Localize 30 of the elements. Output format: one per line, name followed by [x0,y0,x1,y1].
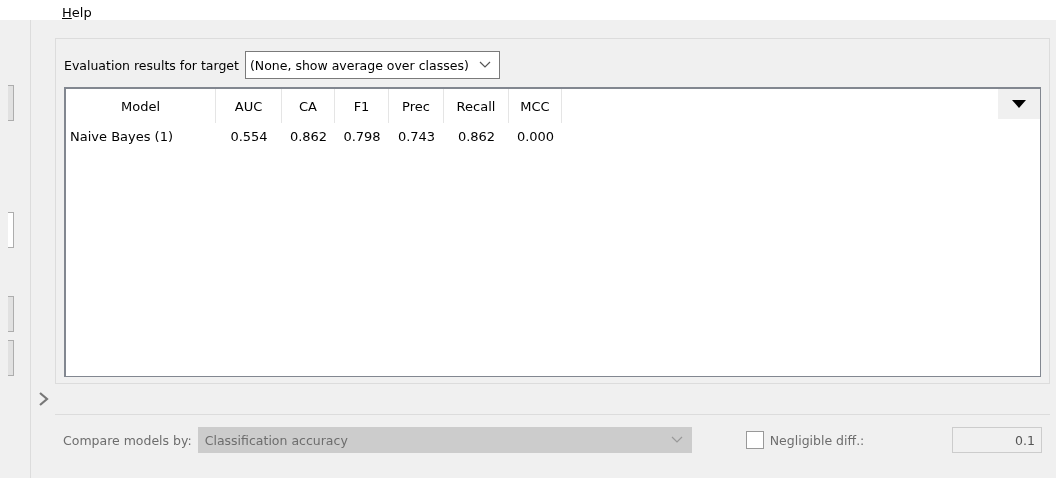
column-header[interactable]: MCC [509,89,562,123]
table-cell-text: 0.000 [515,127,556,146]
column-header[interactable]: CA [282,89,335,123]
chevron-down-icon [670,436,683,444]
table-cell-text: 0.798 [342,127,382,146]
table-cell-text: 0.862 [456,127,497,146]
side-button[interactable] [8,296,14,332]
column-menu-button[interactable] [998,89,1040,119]
column-header[interactable]: Prec [389,89,444,123]
negligible-field[interactable]: 0.1 [952,427,1042,453]
menu-item[interactable]: Help [62,5,92,20]
column-header[interactable]: Model [66,89,216,123]
chevron-right-icon[interactable] [39,392,49,406]
side-button[interactable] [8,340,14,376]
table-cell-text: 0.743 [396,127,437,146]
target-label: Evaluation results for target [64,57,239,73]
side-button[interactable] [8,85,14,121]
table-cell-text: 0.862 [288,127,329,146]
side-field[interactable] [8,212,14,248]
column-header[interactable]: AUC [216,89,282,123]
compare-label: Compare models by: [63,432,192,448]
column-header[interactable]: F1 [335,89,389,123]
chevron-down-icon [478,61,491,69]
target-dropdown[interactable]: (None, show average over classes) [244,51,500,79]
checkbox[interactable] [745,431,764,449]
table-cell-text: 0.554 [229,127,269,146]
negligible-label: Negligible diff.: [769,432,865,448]
table-cell-text: Naive Bayes (1) [69,127,175,146]
column-header[interactable]: Recall [444,89,509,123]
triangle-down-icon [1012,100,1026,108]
